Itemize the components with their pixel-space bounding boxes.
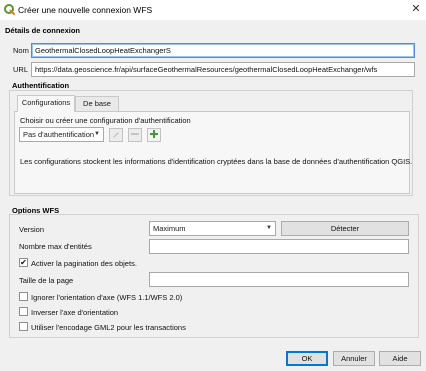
url-field[interactable]: https://data.geoscience.fr/api/surfaceGe… <box>31 62 415 77</box>
detect-button[interactable]: Détecter <box>281 221 409 236</box>
ok-button[interactable]: OK <box>286 351 328 366</box>
add-icon[interactable] <box>147 128 161 142</box>
help-button[interactable]: Aide <box>379 351 421 366</box>
auth-choose-label: Choisir ou créer une configuration d'aut… <box>20 116 191 125</box>
page-size-label: Taille de la page <box>19 276 74 285</box>
pagination-label: Activer la pagination des objets. <box>31 259 137 268</box>
ignore-axis-label: Ignorer l'orientation d'axe (WFS 1.1/WFS… <box>31 293 183 302</box>
pagination-checkbox[interactable]: ✔ <box>19 258 28 267</box>
cancel-button[interactable]: Annuler <box>333 351 375 366</box>
invert-axis-label: Inverser l'axe d'orientation <box>31 308 119 317</box>
gml2-checkbox[interactable] <box>19 322 28 331</box>
qgis-logo-icon <box>4 4 15 15</box>
auth-info-text: Les configurations stockent les informat… <box>20 157 413 166</box>
auth-config-value: Pas d'authentification <box>23 130 95 139</box>
remove-icon[interactable] <box>128 128 142 142</box>
tab-de-base[interactable]: De base <box>75 96 119 111</box>
max-entities-field[interactable] <box>149 239 409 254</box>
window-title: Créer une nouvelle connexion WFS <box>18 5 153 15</box>
chevron-down-icon: ▼ <box>94 131 100 137</box>
close-icon[interactable]: ✕ <box>410 3 422 15</box>
url-label: URL <box>13 65 29 74</box>
max-entities-label: Nombre max d'entités <box>19 242 92 251</box>
tab-configurations[interactable]: Configurations <box>17 95 75 112</box>
version-value: Maximum <box>153 224 186 233</box>
invert-axis-checkbox[interactable] <box>19 307 28 316</box>
page-size-field[interactable] <box>149 272 409 287</box>
chevron-down-icon: ▼ <box>266 225 272 231</box>
gml2-label: Utiliser l'encodage GML2 pour les transa… <box>31 323 186 332</box>
version-label: Version <box>19 225 45 234</box>
auth-config-select[interactable]: Pas d'authentification ▼ <box>19 127 104 142</box>
version-select[interactable]: Maximum ▼ <box>149 221 276 236</box>
name-label: Nom <box>13 46 29 55</box>
ignore-axis-checkbox[interactable] <box>19 292 28 301</box>
auth-section-title: Authentification <box>12 81 70 90</box>
name-field[interactable]: GeothermalClosedLoopHeatExchangerS <box>31 43 415 58</box>
connection-section-title: Détails de connexion <box>5 26 81 35</box>
edit-icon[interactable] <box>109 128 123 142</box>
